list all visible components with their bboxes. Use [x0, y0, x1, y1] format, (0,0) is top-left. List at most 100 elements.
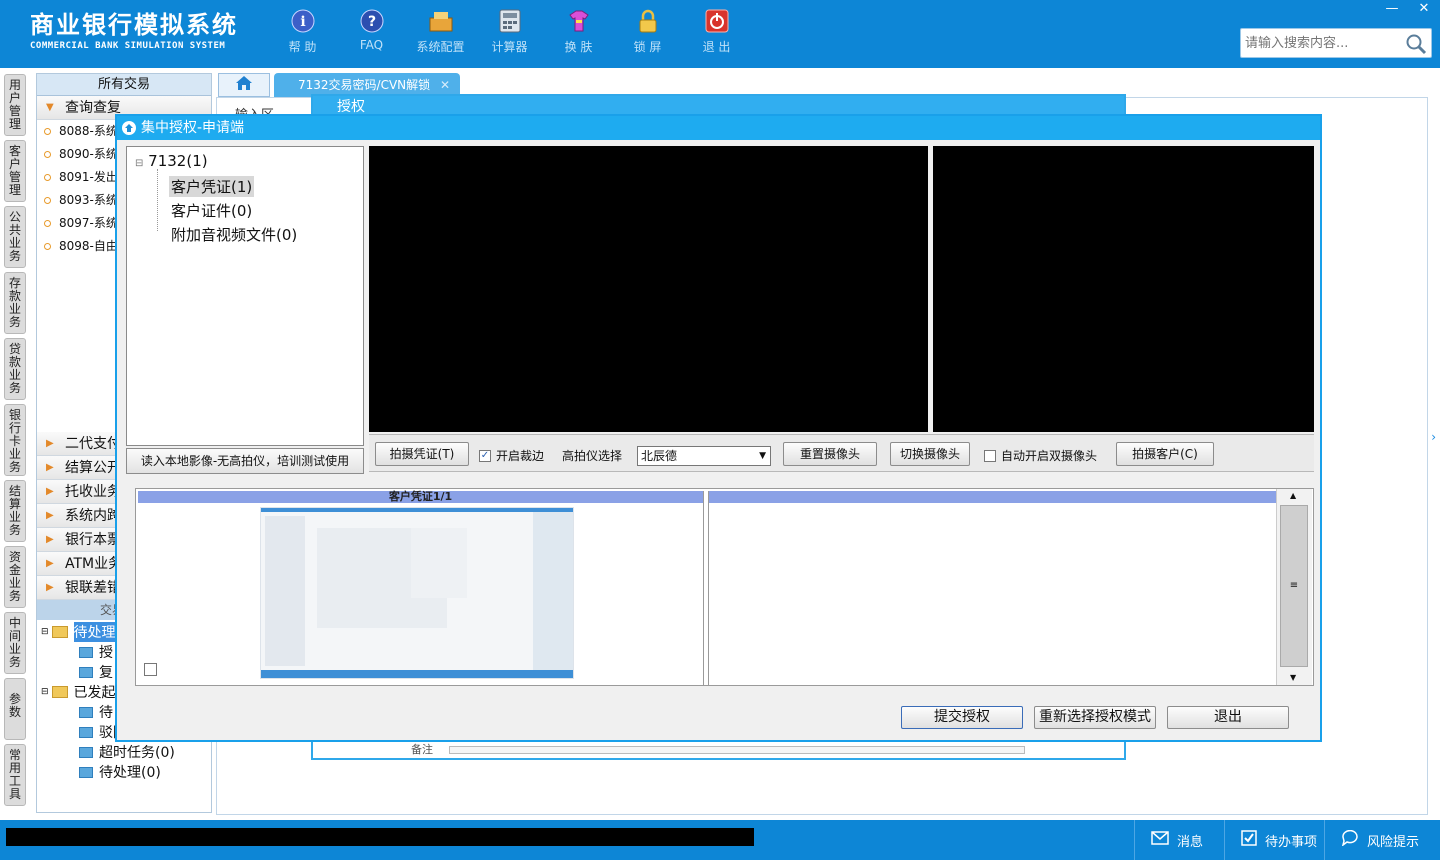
skin-icon: [565, 8, 593, 34]
vtab-common-tools[interactable]: 常用工具: [4, 744, 26, 806]
dual-camera-checkbox[interactable]: 自动开启双摄像头: [984, 447, 1097, 464]
reselect-mode-button[interactable]: 重新选择授权模式: [1034, 706, 1156, 729]
document-tree: ⊟ 7132(1) 客户凭证(1) 客户证件(0) 附加音视频文件(0): [126, 146, 364, 446]
tree-pending-count[interactable]: 待处理(0): [79, 762, 161, 782]
help-icon: i: [289, 8, 317, 34]
minimize-icon[interactable]: —: [1376, 0, 1408, 18]
remark-input[interactable]: [449, 746, 1025, 754]
captured-images-panel: 客户凭证1/1 ▲ ≡ ▼: [135, 488, 1314, 686]
expand-arrow-icon[interactable]: ›: [1431, 430, 1436, 444]
skin-button[interactable]: 换 肤: [544, 8, 613, 55]
risk-alert-button[interactable]: 风险提示: [1324, 820, 1440, 860]
svg-text:i: i: [300, 14, 305, 30]
dropdown-arrow-icon: ▼: [759, 451, 766, 461]
remark-label: 备注: [411, 743, 433, 756]
brand: 商业银行模拟系统 COMMERCIAL BANK SIMULATION SYST…: [30, 10, 238, 51]
thumbnail-title: 客户凭证1/1: [138, 491, 703, 503]
status-message-area: [6, 828, 754, 846]
load-local-image-button[interactable]: 读入本地影像-无高拍仪，培训测试使用: [126, 448, 364, 474]
vtab-public-business[interactable]: 公共业务: [4, 206, 26, 268]
arrow-icon: ▶: [46, 462, 54, 473]
scanner-label: 高拍仪选择: [562, 449, 623, 463]
bullet-icon: [44, 197, 51, 204]
svg-text:?: ?: [367, 14, 375, 30]
exit-button[interactable]: 退 出: [682, 8, 751, 55]
lock-icon: [634, 8, 662, 34]
messages-button[interactable]: 消息: [1134, 820, 1224, 860]
nav-header: 所有交易: [37, 74, 211, 96]
vtab-deposit[interactable]: 存款业务: [4, 272, 26, 334]
scanner-select[interactable]: 北辰德 ▼: [637, 446, 771, 466]
vtab-loan[interactable]: 贷款业务: [4, 338, 26, 400]
vtab-funds[interactable]: 资金业务: [4, 546, 26, 608]
capture-customer-button[interactable]: 拍摄客户(C): [1116, 442, 1214, 466]
scroll-down-icon[interactable]: ▼: [1290, 673, 1296, 682]
task-icon: [79, 766, 93, 778]
app-title: 商业银行模拟系统: [30, 11, 238, 39]
tree-pending[interactable]: ⊟ 待处理: [41, 622, 116, 642]
tree-root[interactable]: ⊟ 7132(1): [135, 152, 208, 170]
submit-authorization-button[interactable]: 提交授权: [901, 706, 1023, 729]
dual-camera-checkbox-box: [984, 449, 996, 462]
task-icon: [79, 666, 93, 678]
bullet-icon: [44, 151, 51, 158]
lock-button[interactable]: 锁 屏: [613, 8, 682, 55]
switch-camera-button[interactable]: 切换摄像头: [890, 442, 970, 466]
scrollbar-thumb[interactable]: ≡: [1280, 505, 1308, 667]
tree-node-av-files[interactable]: 附加音视频文件(0): [171, 224, 297, 245]
folder-icon: [51, 626, 68, 638]
tree-auth[interactable]: 授: [79, 642, 113, 662]
tree-wait[interactable]: 待: [79, 702, 113, 722]
images-scrollbar[interactable]: ▲ ≡ ▼: [1276, 489, 1312, 685]
arrow-icon: ▶: [46, 438, 54, 449]
vtab-user-management[interactable]: 用户管理: [4, 74, 26, 136]
reset-camera-button[interactable]: 重置摄像头: [783, 442, 877, 466]
camera-preview-customer: [933, 146, 1314, 432]
voucher-thumbnail[interactable]: 客户凭证1/1: [138, 491, 704, 685]
vtab-intermediary[interactable]: 中间业务: [4, 612, 26, 674]
tree-review[interactable]: 复: [79, 662, 113, 682]
scroll-up-icon[interactable]: ▲: [1290, 491, 1296, 500]
arrow-icon: ▶: [46, 486, 54, 497]
todo-button[interactable]: 待办事项: [1224, 820, 1324, 860]
task-icon: [79, 726, 93, 738]
app-subtitle: COMMERCIAL BANK SIMULATION SYSTEM: [30, 41, 226, 51]
search-icon[interactable]: [1405, 33, 1427, 59]
tab-home[interactable]: [218, 73, 270, 97]
bullet-icon: [44, 128, 51, 135]
checkbox-icon: [1241, 830, 1257, 850]
tree-initiated[interactable]: ⊟ 已发起: [41, 682, 116, 702]
faq-icon: ?: [358, 8, 386, 34]
help-button[interactable]: i 帮 助: [268, 8, 337, 55]
bullet-icon: [44, 243, 51, 250]
search-input[interactable]: [1241, 29, 1401, 57]
exit-icon: [703, 8, 731, 34]
system-config-button[interactable]: 系统配置: [406, 8, 475, 55]
thumbnail-checkbox[interactable]: [144, 663, 157, 676]
dialog-icon: [121, 120, 137, 144]
empty-thumbnail-slot: [708, 491, 1276, 685]
vtab-parameters[interactable]: 参数: [4, 678, 26, 740]
task-icon: [79, 646, 93, 658]
faq-button[interactable]: ? FAQ: [337, 8, 406, 55]
close-icon[interactable]: ✕: [1408, 0, 1440, 18]
envelope-icon: [1151, 831, 1169, 849]
tree-timeout[interactable]: 超时任务(0): [79, 742, 175, 762]
voucher-image: [260, 507, 574, 679]
capture-voucher-button[interactable]: 拍摄凭证(T): [375, 442, 469, 466]
tree-node-customer-id[interactable]: 客户证件(0): [171, 200, 252, 221]
crop-checkbox[interactable]: ✓ 开启裁边: [479, 447, 544, 464]
exit-dialog-button[interactable]: 退出: [1167, 706, 1289, 729]
vtab-bank-card[interactable]: 银行卡业务: [4, 404, 26, 476]
app-header: 商业银行模拟系统 COMMERCIAL BANK SIMULATION SYST…: [0, 0, 1440, 68]
task-icon: [79, 706, 93, 718]
expanded-arrow-icon: ▼: [46, 102, 54, 113]
tree-node-customer-voucher[interactable]: 客户凭证(1): [169, 176, 255, 197]
vtab-settlement[interactable]: 结算业务: [4, 480, 26, 542]
vtab-customer-management[interactable]: 客户管理: [4, 140, 26, 202]
home-icon: [235, 75, 253, 95]
arrow-icon: ▶: [46, 582, 54, 593]
bullet-icon: [44, 174, 51, 181]
calculator-button[interactable]: 计算器: [475, 8, 544, 55]
arrow-icon: ▶: [46, 510, 54, 521]
